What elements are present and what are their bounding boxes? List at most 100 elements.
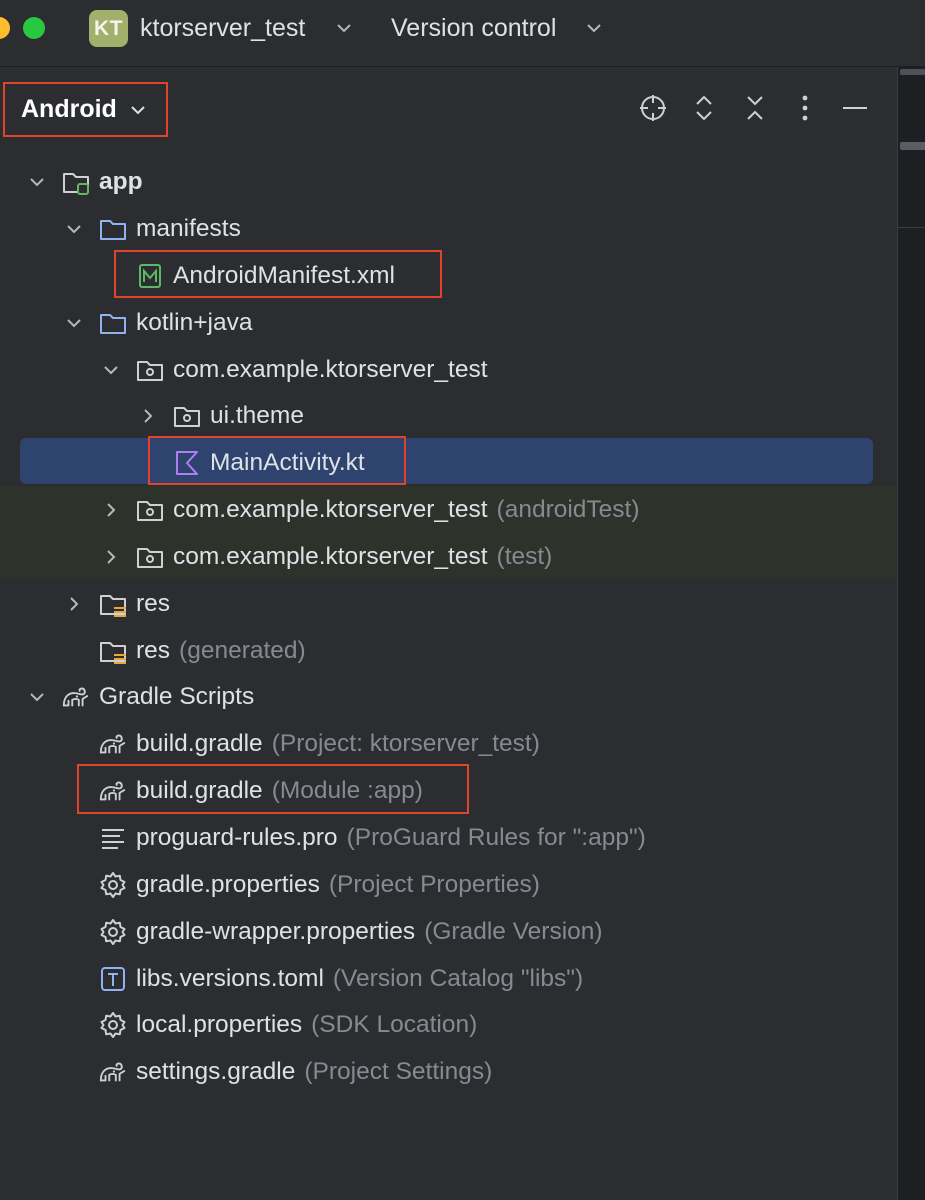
- tree-item-name: kotlin+java: [136, 308, 253, 336]
- tree-row[interactable]: gradle.properties (Project Properties): [0, 861, 897, 908]
- version-control-menu[interactable]: Version control: [391, 14, 556, 43]
- tree-item-label: libs.versions.toml (Version Catalog "libs…: [136, 955, 583, 1002]
- tree-row[interactable]: com.example.ktorserver_test (androidTest): [0, 486, 897, 533]
- tree-item-hint: (ProGuard Rules for ":app"): [346, 823, 646, 851]
- tree-item-label: gradle-wrapper.properties (Gradle Version…: [136, 908, 603, 955]
- chevron-down-icon: [131, 105, 145, 114]
- tree-item-hint: (androidTest): [496, 495, 640, 523]
- chevron-down-icon[interactable]: [61, 205, 87, 252]
- expand-all-icon[interactable]: [689, 92, 719, 124]
- tree-item-name: com.example.ktorserver_test: [173, 542, 488, 570]
- collapse-all-icon[interactable]: [740, 92, 770, 124]
- tree-row[interactable]: res (generated): [0, 627, 897, 674]
- tree-item-name: com.example.ktorserver_test: [173, 355, 488, 383]
- tree-item-name: local.properties: [136, 1010, 303, 1038]
- more-options-icon[interactable]: [790, 92, 820, 124]
- vcs-chevron-down-icon[interactable]: [583, 14, 605, 42]
- tree-item-name: settings.gradle: [136, 1057, 296, 1085]
- module-folder-icon: [61, 158, 91, 205]
- package-icon: [135, 486, 165, 533]
- tree-item-name: manifests: [136, 214, 241, 242]
- tree-row[interactable]: libs.versions.toml (Version Catalog "libs…: [0, 955, 897, 1002]
- gradle-icon: [98, 1048, 128, 1095]
- tree-item-label: local.properties (SDK Location): [136, 1001, 477, 1048]
- annotation-box-main-activity: [148, 436, 406, 485]
- tree-item-label: proguard-rules.pro (ProGuard Rules for ":…: [136, 814, 646, 861]
- tree-row[interactable]: res: [0, 580, 897, 627]
- tree-item-name: Gradle Scripts: [99, 682, 255, 710]
- tree-item-label: build.gradle (Project: ktorserver_test): [136, 720, 540, 767]
- tree-item-label: com.example.ktorserver_test (test): [173, 533, 552, 580]
- tree-item-label: com.example.ktorserver_test (androidTest): [173, 486, 640, 533]
- chevron-right-icon[interactable]: [98, 533, 124, 580]
- resource-folder-icon: [98, 580, 128, 627]
- text-file-icon: [98, 814, 128, 861]
- tree-item-label: manifests: [136, 205, 241, 252]
- tree-row[interactable]: gradle-wrapper.properties (Gradle Version…: [0, 908, 897, 955]
- chevron-down-icon[interactable]: [24, 158, 50, 205]
- tree-item-label: ui.theme: [210, 392, 304, 439]
- chevron-right-icon[interactable]: [98, 486, 124, 533]
- project-view-selector[interactable]: Android: [3, 82, 168, 137]
- chevron-right-icon[interactable]: [61, 580, 87, 627]
- gradle-icon: [98, 720, 128, 767]
- tree-item-name: res: [136, 589, 171, 617]
- folder-icon: [98, 205, 128, 252]
- tree-row[interactable]: app: [0, 158, 897, 205]
- settings-gear-icon: [98, 908, 128, 955]
- minimize-window-button[interactable]: [0, 17, 10, 39]
- chevron-right-icon[interactable]: [135, 392, 161, 439]
- view-selector-label: Android: [21, 95, 117, 123]
- tree-item-name: build.gradle: [136, 729, 263, 757]
- tree-item-name: gradle-wrapper.properties: [136, 917, 416, 945]
- resource-folder-icon: [98, 627, 128, 674]
- tree-item-label: kotlin+java: [136, 299, 252, 346]
- tree-item-hint: (Project Settings): [304, 1057, 493, 1085]
- scroll-marker: [900, 69, 925, 75]
- tree-item-label: gradle.properties (Project Properties): [136, 861, 540, 908]
- divider: [898, 227, 925, 228]
- tree-item-hint: (generated): [179, 636, 306, 664]
- annotation-box-android-manifest: [114, 250, 442, 298]
- tree-item-name: gradle.properties: [136, 870, 320, 898]
- tree-item-label: com.example.ktorserver_test: [173, 346, 488, 393]
- tree-item-name: com.example.ktorserver_test: [173, 495, 488, 523]
- project-badge-icon[interactable]: KT: [89, 10, 128, 47]
- tree-item-name: libs.versions.toml: [136, 964, 324, 992]
- zoom-window-button[interactable]: [23, 17, 45, 39]
- tree-item-label: res (generated): [136, 627, 306, 674]
- tree-row[interactable]: settings.gradle (Project Settings): [0, 1048, 897, 1095]
- locate-icon[interactable]: [638, 92, 668, 124]
- tree-row[interactable]: manifests: [0, 205, 897, 252]
- tree-row[interactable]: local.properties (SDK Location): [0, 1001, 897, 1048]
- tree-item-label: app: [99, 158, 143, 205]
- chevron-down-icon[interactable]: [98, 346, 124, 393]
- tree-row[interactable]: com.example.ktorserver_test: [0, 346, 897, 393]
- tree-item-hint: (Project Properties): [328, 870, 540, 898]
- title-bar: KT ktorserver_test Version control: [0, 0, 925, 67]
- package-icon: [135, 533, 165, 580]
- tree-row[interactable]: com.example.ktorserver_test (test): [0, 533, 897, 580]
- tree-item-name: res: [136, 636, 171, 664]
- folder-icon: [98, 299, 128, 346]
- chevron-down-icon[interactable]: [61, 299, 87, 346]
- tree-item-label: Gradle Scripts: [99, 673, 254, 720]
- gradle-icon: [61, 673, 91, 720]
- settings-gear-icon: [98, 861, 128, 908]
- tree-item-name: ui.theme: [210, 401, 304, 429]
- tree-row[interactable]: Gradle Scripts: [0, 673, 897, 720]
- tree-item-name: proguard-rules.pro: [136, 823, 338, 851]
- project-name[interactable]: ktorserver_test: [140, 14, 305, 43]
- tree-row[interactable]: kotlin+java: [0, 299, 897, 346]
- tree-row[interactable]: build.gradle (Project: ktorserver_test): [0, 720, 897, 767]
- scroll-thumb[interactable]: [900, 142, 925, 150]
- tree-item-hint: (Project: ktorserver_test): [271, 729, 540, 757]
- project-chevron-down-icon[interactable]: [333, 14, 355, 42]
- hide-panel-icon[interactable]: [840, 92, 870, 124]
- package-icon: [172, 392, 202, 439]
- chevron-down-icon[interactable]: [24, 673, 50, 720]
- tree-row[interactable]: MainActivity.kt: [0, 439, 897, 486]
- tree-item-label: settings.gradle (Project Settings): [136, 1048, 492, 1095]
- tree-row[interactable]: proguard-rules.pro (ProGuard Rules for ":…: [0, 814, 897, 861]
- tree-row[interactable]: ui.theme: [0, 392, 897, 439]
